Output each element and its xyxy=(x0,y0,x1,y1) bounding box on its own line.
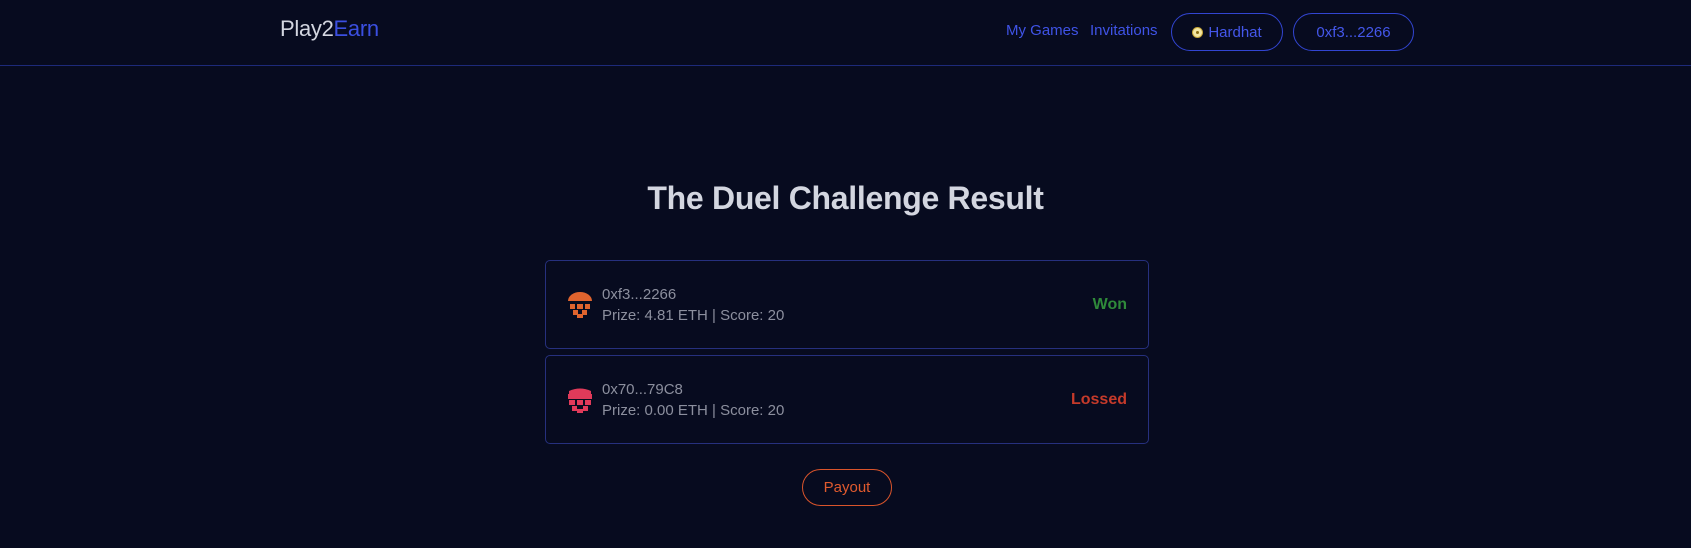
player-result-card: 0x70...79C8 Prize: 0.00 ETH | Score: 20 … xyxy=(545,355,1149,444)
player-address: 0xf3...2266 xyxy=(602,286,677,303)
nav-invitations-link[interactable]: Invitations xyxy=(1090,22,1158,39)
logo-text-earn: Earn xyxy=(333,16,380,41)
app-logo[interactable]: Play2Earn xyxy=(280,16,379,42)
page-title: The Duel Challenge Result xyxy=(647,180,1044,216)
player-result-status: Won xyxy=(1092,296,1127,313)
payout-button[interactable]: Payout xyxy=(802,469,892,506)
logo-text-play2: Play2 xyxy=(280,16,334,41)
network-selector-button[interactable]: Hardhat xyxy=(1171,13,1283,51)
player-result-card: 0xf3...2266 Prize: 4.81 ETH | Score: 20 … xyxy=(545,260,1149,349)
player-prize-score: Prize: 4.81 ETH | Score: 20 xyxy=(602,307,785,324)
top-navbar: Play2Earn My Games Invitations Hardhat 0… xyxy=(0,0,1691,66)
hardhat-network-icon xyxy=(1192,26,1204,38)
player-avatar-icon xyxy=(568,292,592,318)
account-button[interactable]: 0xf3...2266 xyxy=(1293,13,1414,51)
player-avatar-icon xyxy=(568,388,592,413)
network-label: Hardhat xyxy=(1208,23,1262,41)
account-address-label: 0xf3...2266 xyxy=(1316,23,1391,41)
player-prize-score: Prize: 0.00 ETH | Score: 20 xyxy=(602,402,785,419)
player-address: 0x70...79C8 xyxy=(602,381,683,398)
player-result-status: Lossed xyxy=(1070,391,1127,408)
nav-my-games-link[interactable]: My Games xyxy=(1006,22,1079,39)
